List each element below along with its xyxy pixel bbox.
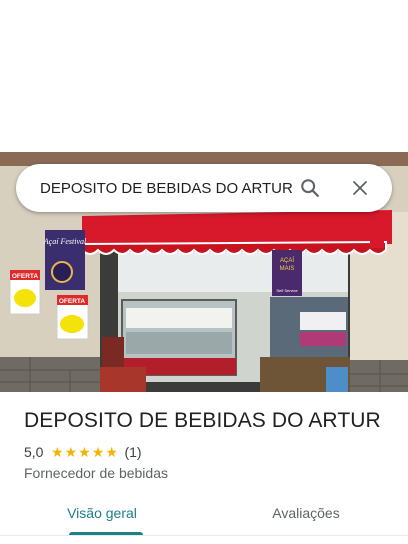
review-count[interactable]: (1) (124, 444, 141, 460)
poster-right-text-1: AÇAÍ (280, 257, 294, 264)
oferta-sign-1-text: OFERTA (12, 273, 39, 280)
rating-value: 5,0 (24, 444, 44, 460)
place-title: DEPOSITO DE BEBIDAS DO ARTUR (24, 409, 381, 432)
tab-bar: Visão geral Avaliações (0, 496, 408, 544)
oferta-sign-2-text: OFERTA (59, 298, 86, 305)
close-button[interactable] (342, 170, 378, 206)
star-icon: ★ (64, 444, 78, 460)
tab-reviews[interactable]: Avaliações (204, 496, 408, 544)
poster-right-text-2: MAIS (280, 266, 295, 272)
tab-divider (0, 535, 408, 536)
place-category[interactable]: Fornecedor de bebidas (24, 465, 168, 481)
search-query-text[interactable]: DEPOSITO DE BEBIDAS DO ARTUR (40, 180, 292, 197)
search-button[interactable] (292, 170, 328, 206)
star-icon: ★ (78, 444, 91, 460)
poster-top-text: Açaí Festival (43, 237, 87, 246)
close-icon (353, 181, 367, 195)
tab-overview[interactable]: Visão geral (0, 496, 204, 544)
search-icon (301, 179, 319, 197)
rating-stars: ★ ★ ★ ★ ★ (50, 445, 118, 459)
rating-row[interactable]: 5,0 ★ ★ ★ ★ ★ (1) (24, 444, 142, 460)
star-icon: ★ (50, 444, 64, 460)
map-blank-area (0, 0, 408, 152)
star-icon: ★ (91, 444, 105, 460)
search-bar[interactable]: DEPOSITO DE BEBIDAS DO ARTUR (16, 164, 392, 212)
star-icon: ★ (105, 444, 118, 460)
poster-right-text-3: Self Service (276, 288, 298, 293)
